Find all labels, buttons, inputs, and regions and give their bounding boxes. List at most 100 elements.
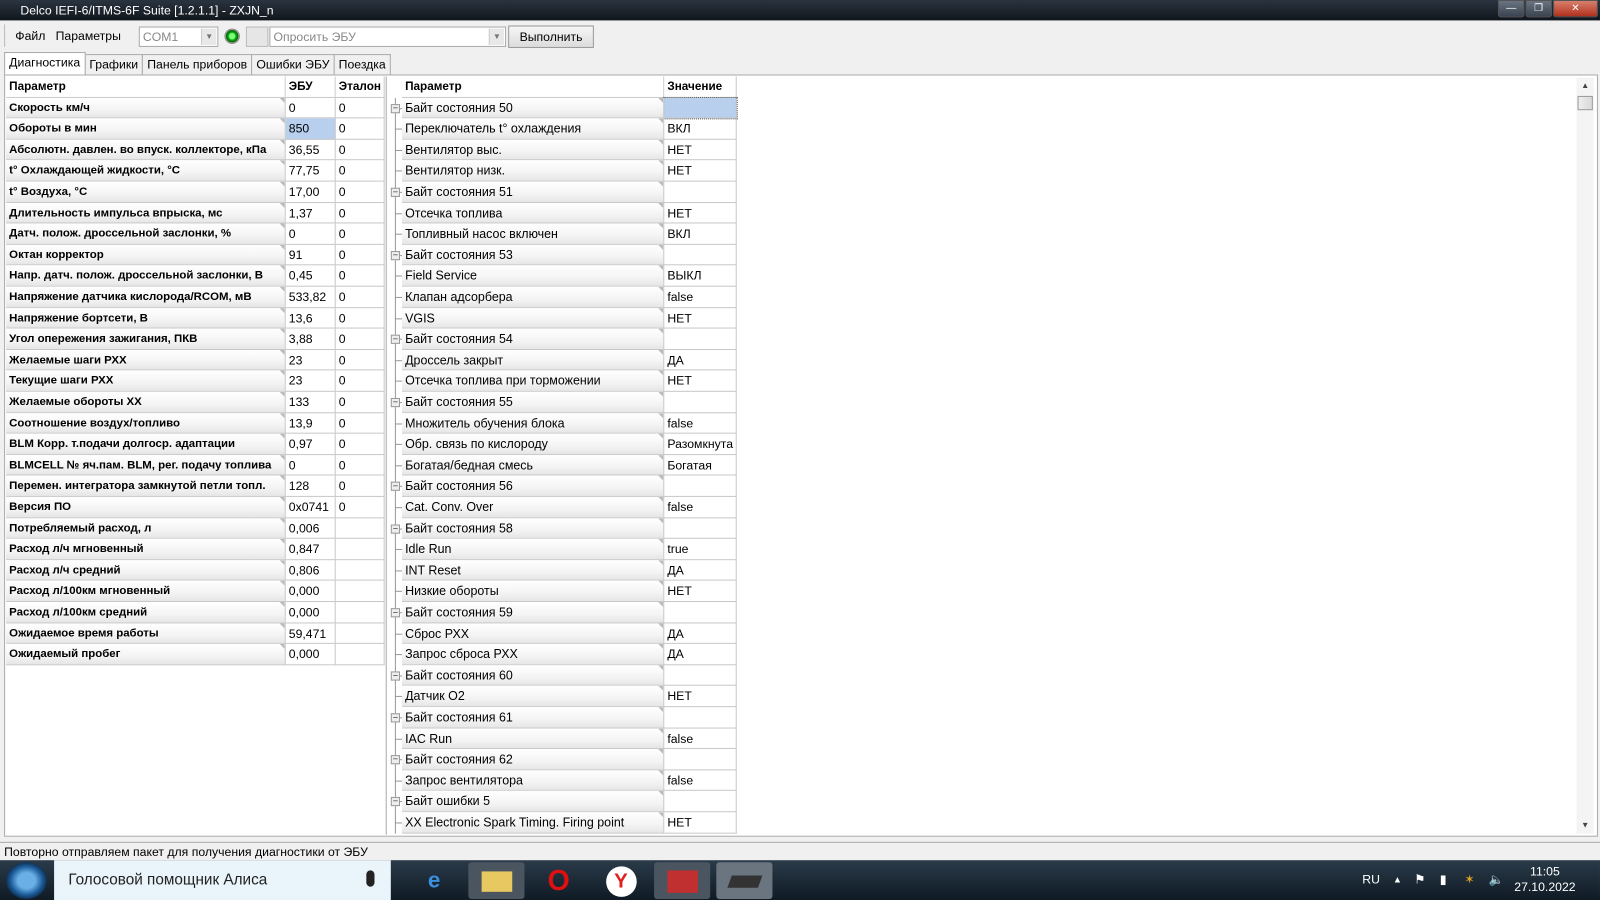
reference-value[interactable]: 0	[335, 307, 385, 329]
table-row[interactable]: t° Воздуха, °С 17,00 0	[6, 181, 385, 203]
reference-value[interactable]: 0	[335, 244, 385, 266]
parameter-value[interactable]: ДА	[664, 559, 737, 582]
collapse-icon[interactable]: −	[390, 671, 400, 681]
chevron-down-icon[interactable]: ▼	[201, 28, 217, 45]
collapse-icon[interactable]: −	[390, 608, 400, 618]
reference-value[interactable]: 0	[335, 391, 385, 413]
tree-item-row[interactable]: Низкие обороты НЕТ	[390, 581, 737, 603]
parameter-value[interactable]: НЕТ	[664, 370, 737, 392]
tree-group-row[interactable]: − Байт состояния 61	[390, 707, 737, 729]
parameter-value[interactable]	[664, 475, 737, 497]
table-row[interactable]: Желаемые обороты ХХ 133 0	[6, 391, 385, 413]
tree-item-row[interactable]: Клапан адсорбера false	[390, 286, 737, 308]
reference-value[interactable]	[335, 644, 385, 666]
parameter-value[interactable]: false	[664, 728, 737, 750]
tree-item-row[interactable]: Переключатель t° охлаждения ВКЛ	[390, 118, 737, 140]
reference-value[interactable]: 0	[335, 97, 385, 119]
microphone-icon[interactable]	[366, 870, 375, 887]
ecu-value[interactable]: 0x0741	[285, 496, 336, 518]
reference-value[interactable]: 0	[335, 328, 385, 350]
parameter-value[interactable]: НЕТ	[664, 307, 737, 329]
tree-group-row[interactable]: − Байт состояния 54	[390, 328, 737, 350]
tree-group-row[interactable]: − Байт состояния 58	[390, 517, 737, 539]
language-indicator[interactable]: RU	[1362, 860, 1380, 900]
ecu-value[interactable]: 3,88	[285, 328, 336, 350]
tree-group-row[interactable]: − Байт ошибки 5	[390, 791, 737, 813]
parameter-value[interactable]: НЕТ	[664, 581, 737, 603]
ecu-value[interactable]: 23	[285, 370, 336, 392]
table-row[interactable]: BLM Корр. т.подачи долгоср. адаптации 0,9…	[6, 433, 385, 455]
table-row[interactable]: Угол опережения зажигания, ПКВ 3,88 0	[6, 328, 385, 350]
reference-value[interactable]: 0	[335, 202, 385, 224]
parameter-value[interactable]: false	[664, 286, 737, 308]
parameter-value[interactable]: ВКЛ	[664, 118, 737, 140]
blank-button[interactable]	[245, 26, 269, 47]
parameter-value[interactable]: ВКЛ	[664, 223, 737, 245]
collapse-icon[interactable]: −	[390, 713, 400, 723]
ecu-value[interactable]: 0,806	[285, 559, 336, 582]
scroll-up-icon[interactable]: ▲	[1577, 78, 1594, 94]
header-parameter[interactable]: Параметр	[402, 76, 665, 98]
network-icon[interactable]: ✶	[1464, 860, 1474, 900]
parameter-value[interactable]: false	[664, 770, 737, 792]
tree-group-row[interactable]: − Байт состояния 56	[390, 475, 737, 497]
table-row[interactable]: Напряжение датчика кислорода/RCOM, мВ 533…	[6, 286, 385, 308]
windows-start-icon[interactable]	[6, 862, 47, 899]
tree-item-row[interactable]: Запрос сброса РХХ ДА	[390, 644, 737, 666]
table-row[interactable]: Расход л/ч средний 0,806	[6, 559, 385, 582]
tree-item-row[interactable]: INT Reset ДА	[390, 559, 737, 582]
battery-icon[interactable]: ▮	[1440, 860, 1447, 900]
parameter-value[interactable]: НЕТ	[664, 686, 737, 708]
yandex-browser-icon[interactable]: Y	[593, 862, 649, 899]
ecu-value[interactable]: 0,006	[285, 517, 336, 539]
ecu-value[interactable]: 0,97	[285, 433, 336, 455]
menu-file[interactable]: Файл	[15, 24, 45, 46]
table-row[interactable]: Октан корректор 91 0	[6, 244, 385, 266]
reference-value[interactable]	[335, 559, 385, 582]
ecu-value[interactable]: 0	[285, 97, 336, 119]
tree-group-row[interactable]: − Байт состояния 50	[390, 96, 738, 120]
clock[interactable]: 11:05 27.10.2022	[1514, 864, 1575, 895]
header-reference[interactable]: Эталон	[335, 76, 385, 98]
table-row[interactable]: Абсолютн. давлен. во впуск. коллекторе, …	[6, 139, 385, 161]
close-button[interactable]: ✕	[1553, 0, 1598, 18]
reference-value[interactable]: 0	[335, 118, 385, 140]
collapse-icon[interactable]: −	[390, 334, 400, 345]
ecu-value[interactable]: 13,6	[285, 307, 336, 329]
tree-group-row[interactable]: − Байт состояния 62	[390, 749, 737, 771]
table-row[interactable]: t° Охлаждающей жидкости, °С 77,75 0	[6, 160, 385, 182]
ecu-value[interactable]: 0	[285, 223, 336, 245]
ecu-value[interactable]: 850	[285, 118, 336, 140]
scroll-down-icon[interactable]: ▼	[1577, 817, 1594, 833]
collapse-icon[interactable]: −	[390, 397, 400, 408]
ecu-value[interactable]: 533,82	[285, 286, 336, 308]
tree-item-row[interactable]: Датчик O2 НЕТ	[390, 686, 737, 708]
reference-value[interactable]: 0	[335, 475, 385, 497]
tree-group-row[interactable]: − Байт состояния 59	[390, 602, 737, 624]
chevron-down-icon[interactable]: ▼	[488, 28, 505, 45]
tree-item-row[interactable]: Field Service ВЫКЛ	[390, 265, 737, 287]
reference-value[interactable]: 0	[335, 223, 385, 245]
collapse-icon[interactable]: −	[390, 103, 400, 113]
ecu-value[interactable]: 23	[285, 349, 336, 371]
collapse-icon[interactable]: −	[390, 187, 400, 197]
ecu-value[interactable]: 91	[285, 244, 336, 266]
table-row[interactable]: Перемен. интегратора замкнутой петли топ…	[6, 475, 385, 497]
table-row[interactable]: Ожидаемое время работы 59,471	[6, 623, 385, 645]
ecu-value[interactable]: 128	[285, 475, 336, 497]
reference-value[interactable]	[335, 623, 385, 645]
parameter-value[interactable]: НЕТ	[664, 812, 737, 834]
internet-explorer-icon[interactable]: e	[406, 862, 462, 899]
voice-assistant-search[interactable]: Голосовой помощник Алиса	[54, 860, 391, 900]
ecu-value[interactable]: 0,000	[285, 602, 336, 624]
parameter-value[interactable]	[664, 707, 737, 729]
tree-item-row[interactable]: Запрос вентилятора false	[390, 770, 737, 792]
tree-group-row[interactable]: − Байт состояния 55	[390, 391, 737, 413]
execute-button[interactable]: Выполнить	[508, 25, 594, 48]
tab-diagnostics[interactable]: Диагностика	[4, 52, 86, 75]
reference-value[interactable]	[335, 517, 385, 539]
parameter-value[interactable]	[664, 665, 737, 687]
tree-item-row[interactable]: Обр. связь по кислороду Разомкнута	[390, 433, 737, 455]
ecu-chip-app-icon[interactable]	[716, 862, 773, 899]
collapse-icon[interactable]: −	[390, 524, 400, 534]
